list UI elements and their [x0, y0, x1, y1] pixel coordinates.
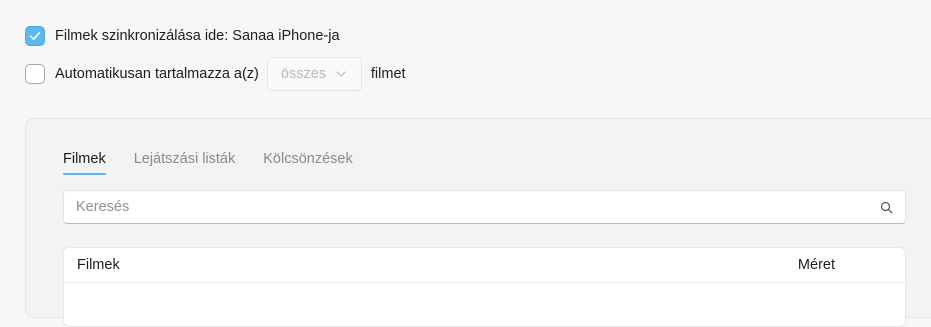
auto-include-suffix: filmet [370, 66, 406, 82]
checkmark-icon [29, 31, 41, 40]
table-header: Filmek Méret [64, 248, 905, 283]
auto-include-select[interactable]: összes [266, 57, 362, 91]
chevron-down-icon [336, 71, 346, 77]
movies-table: Filmek Méret [63, 247, 906, 327]
movies-panel: Filmek Lejátszási listák Kölcsönzések Fi… [25, 118, 931, 327]
tab-bar: Filmek Lejátszási listák Kölcsönzések [63, 151, 381, 175]
auto-include-select-value: összes [280, 66, 327, 82]
search-field [63, 190, 906, 224]
tab-rentals[interactable]: Kölcsönzések [263, 151, 352, 173]
auto-include-checkbox[interactable] [25, 64, 45, 84]
column-header-size[interactable]: Méret [798, 257, 835, 273]
column-header-movies[interactable]: Filmek [77, 257, 120, 273]
sync-movies-label[interactable]: Filmek szinkronizálása ide: Sanaa iPhone… [55, 28, 340, 44]
search-input[interactable] [76, 199, 880, 215]
tab-playlists[interactable]: Lejátszási listák [134, 151, 236, 173]
auto-include-row: Automatikusan tartalmazza a(z) összes fi… [25, 56, 406, 92]
auto-include-label[interactable]: Automatikusan tartalmazza a(z) [55, 66, 259, 82]
sync-movies-checkbox[interactable] [25, 26, 45, 46]
sync-movies-row: Filmek szinkronizálása ide: Sanaa iPhone… [25, 24, 340, 48]
tab-movies[interactable]: Filmek [63, 151, 106, 175]
search-icon[interactable] [880, 201, 893, 214]
